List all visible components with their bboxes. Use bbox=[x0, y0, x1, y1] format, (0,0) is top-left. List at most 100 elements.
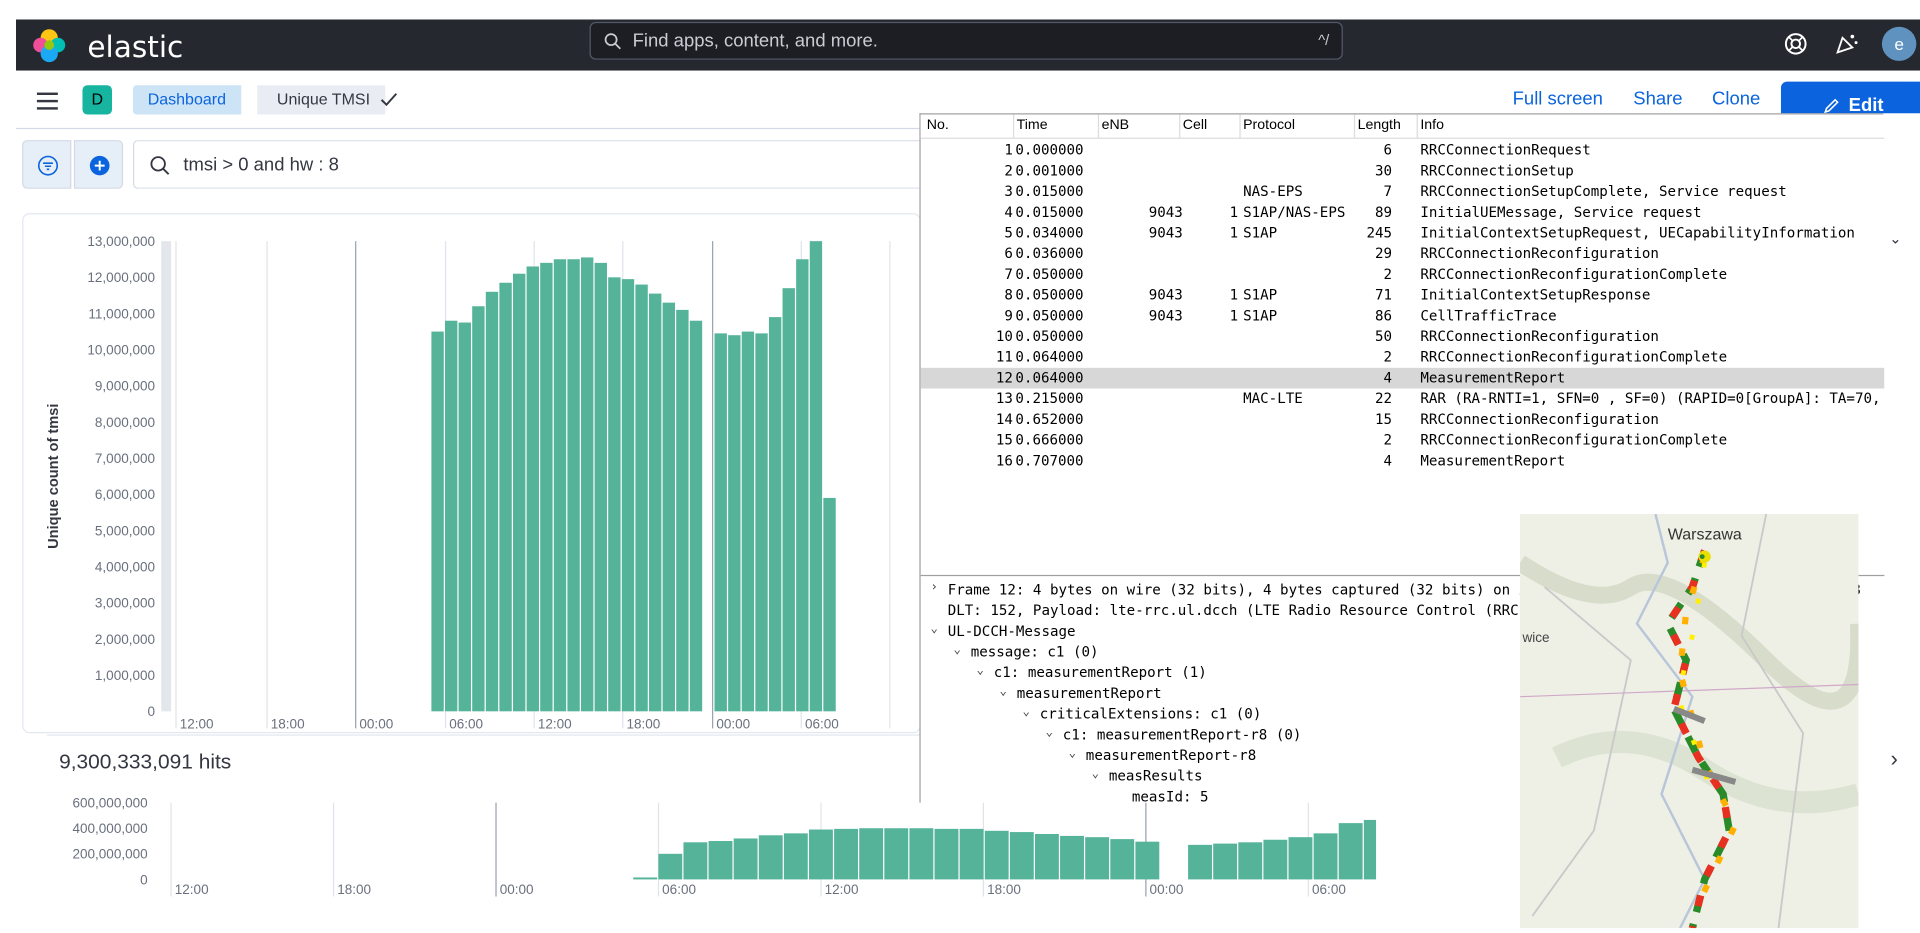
packet-cell: RRCConnectionSetupComplete, Service requ… bbox=[1420, 182, 1787, 200]
x-tick-label: 12:00 bbox=[825, 882, 859, 897]
packet-row[interactable]: 12 0.064000 4 MeasurementReport bbox=[920, 367, 1885, 389]
bar bbox=[859, 828, 884, 880]
x-tick-label: 00:00 bbox=[359, 716, 393, 731]
packet-cell: 2 bbox=[1004, 161, 1013, 180]
space-avatar[interactable]: D bbox=[82, 85, 113, 115]
bar bbox=[676, 309, 689, 712]
packet-row[interactable]: 1 0.000000 6 RRCConnectionRequest bbox=[921, 140, 1885, 161]
column-separator[interactable] bbox=[1179, 114, 1181, 139]
packet-cell: RRCConnectionReconfiguration bbox=[1420, 327, 1659, 345]
packet-cell: 6 bbox=[1383, 141, 1393, 159]
tree-node-label: DLT: 152, Payload: lte-rrc.ul.dcch (LTE … bbox=[947, 601, 1613, 619]
expand-chevron-icon[interactable]: ⌄ bbox=[930, 622, 945, 643]
y-tick-label: 4,000,000 bbox=[95, 560, 155, 575]
expand-chevron-icon[interactable]: ⌄ bbox=[977, 664, 992, 685]
column-header[interactable]: Time bbox=[1017, 118, 1048, 133]
column-separator[interactable] bbox=[1097, 114, 1100, 139]
expand-chevron-icon[interactable]: ⌄ bbox=[1023, 705, 1038, 726]
right-chevron-icon[interactable]: › bbox=[1891, 747, 1898, 773]
tree-node[interactable]: measurementReport-r8 bbox=[1086, 747, 1256, 768]
bar bbox=[1263, 839, 1288, 880]
packet-cell: 0.050000 bbox=[1015, 306, 1084, 324]
user-avatar[interactable]: e bbox=[1881, 26, 1917, 61]
column-separator[interactable] bbox=[1416, 114, 1418, 139]
packet-row[interactable]: 16 0.707000 4 MeasurementReport bbox=[921, 451, 1885, 472]
expand-chevron-icon[interactable]: ⌄ bbox=[953, 643, 968, 664]
expand-chevron-icon[interactable]: ⌄ bbox=[1069, 747, 1084, 768]
bar bbox=[1313, 833, 1338, 880]
check-icon[interactable] bbox=[379, 90, 399, 109]
packet-row[interactable]: 13 0.215000 MAC-LTE 22 RAR (RA-RNTI=1, SFN=0… bbox=[921, 389, 1885, 410]
tree-node[interactable]: UL-DCCH-Message bbox=[948, 622, 1076, 643]
packet-row[interactable]: 2 0.001000 30 RRCConnectionSetup bbox=[921, 161, 1885, 182]
tree-node[interactable]: criticalExtensions: c1 (0) bbox=[1040, 705, 1262, 726]
global-search-input[interactable]: Find apps, content, and more. ^/ bbox=[589, 21, 1343, 60]
tree-node[interactable]: c1: measurementReport-r8 (0) bbox=[1063, 726, 1302, 747]
query-input[interactable]: tmsi > 0 and hw : 8 bbox=[132, 140, 933, 189]
packet-cell: 2 bbox=[1383, 348, 1393, 366]
tree-node[interactable]: measurementReport bbox=[1017, 685, 1162, 706]
x-tick-label: 06:00 bbox=[1312, 882, 1346, 897]
column-header[interactable]: Protocol bbox=[1243, 118, 1295, 133]
tree-node[interactable]: measId: 5 bbox=[1132, 788, 1209, 804]
dropdown-chevron-icon[interactable]: ⌄ bbox=[1889, 230, 1901, 247]
packet-cell: 0.036000 bbox=[1015, 244, 1084, 262]
column-header[interactable]: Cell bbox=[1183, 118, 1207, 133]
expand-chevron-icon[interactable]: ⌄ bbox=[1046, 726, 1061, 747]
column-header[interactable]: Info bbox=[1420, 118, 1444, 133]
packet-row[interactable]: 9 0.050000 9043 1 S1AP 86 CellTrafficTrace bbox=[921, 306, 1885, 327]
packet-row[interactable]: 6 0.036000 29 RRCConnectionReconfiguration bbox=[921, 244, 1885, 265]
column-separator[interactable] bbox=[1012, 114, 1015, 139]
bar bbox=[431, 331, 444, 712]
search-icon bbox=[604, 33, 621, 50]
route-map[interactable]: Warszawa wice bbox=[1520, 513, 1859, 929]
bar bbox=[1238, 842, 1263, 880]
column-header[interactable]: Length bbox=[1358, 118, 1401, 133]
packet-row[interactable]: 10 0.050000 50 RRCConnectionReconfiguration bbox=[921, 326, 1885, 347]
packet-row[interactable]: 5 0.034000 9043 1 S1AP 245 InitialContextSetup… bbox=[921, 223, 1885, 244]
elastic-logo[interactable]: elastic bbox=[31, 26, 191, 65]
packet-row[interactable]: 4 0.015000 9043 1 S1AP/NAS-EPS 89 InitialUEMes… bbox=[921, 202, 1885, 223]
column-separator[interactable] bbox=[1353, 114, 1356, 139]
bar bbox=[526, 266, 539, 712]
packet-row[interactable]: 11 0.064000 2 RRCConnectionReconfigurationC… bbox=[921, 347, 1885, 368]
menu-icon[interactable] bbox=[36, 90, 61, 112]
packet-cell: 0.050000 bbox=[1015, 265, 1084, 283]
tree-node[interactable]: message: c1 (0) bbox=[971, 643, 1099, 664]
packet-cell: RRCConnectionReconfigurationComplete bbox=[1420, 348, 1728, 366]
news-feed-icon[interactable] bbox=[1833, 30, 1860, 57]
filter-options-button[interactable] bbox=[22, 140, 72, 189]
expand-chevron-icon[interactable]: ⌄ bbox=[1000, 685, 1015, 706]
packet-cell: 4 bbox=[1004, 203, 1013, 221]
tree-node[interactable]: DLT: 152, Payload: lte-rrc.ul.dcch (LTE … bbox=[948, 602, 1613, 623]
packet-cell: 7 bbox=[1004, 265, 1013, 283]
bar bbox=[683, 842, 708, 880]
help-icon[interactable] bbox=[1782, 30, 1809, 57]
add-filter-button[interactable] bbox=[73, 140, 124, 189]
packet-cell: 89 bbox=[1374, 203, 1393, 221]
collapsed-chevron-icon[interactable]: › bbox=[930, 581, 945, 602]
x-tick-label: 06:00 bbox=[662, 882, 696, 897]
clone-link[interactable]: Clone bbox=[1712, 89, 1760, 110]
packet-cell: 3 bbox=[1004, 182, 1013, 200]
packet-cell: S1AP bbox=[1243, 306, 1278, 324]
tree-node[interactable]: measResults bbox=[1109, 767, 1203, 788]
breadcrumb-dashboard[interactable]: Dashboard bbox=[132, 85, 241, 115]
packet-row[interactable]: 3 0.015000 NAS-EPS 7 RRCConnectionSetupCompl… bbox=[921, 181, 1885, 202]
expand-chevron-icon[interactable]: ⌄ bbox=[1092, 767, 1107, 788]
column-separator[interactable] bbox=[1239, 114, 1241, 139]
y-tick-label: 3,000,000 bbox=[95, 596, 155, 611]
tree-node[interactable]: c1: measurementReport (1) bbox=[994, 664, 1207, 685]
packet-cell: 0.034000 bbox=[1015, 224, 1084, 242]
packet-list[interactable]: 1 0.000000 6 RRCConnectionRequest 2 0.001000 3… bbox=[920, 139, 1885, 573]
share-link[interactable]: Share bbox=[1633, 89, 1682, 110]
packet-cell: 29 bbox=[1374, 244, 1393, 262]
column-header[interactable]: eNB bbox=[1102, 118, 1130, 133]
packet-row[interactable]: 7 0.050000 2 RRCConnectionReconfigurationCo… bbox=[921, 264, 1885, 285]
full-screen-link[interactable]: Full screen bbox=[1513, 89, 1603, 110]
column-header[interactable]: No. bbox=[927, 118, 949, 133]
packet-cell: RRCConnectionReconfiguration bbox=[1420, 244, 1659, 262]
packet-row[interactable]: 8 0.050000 9043 1 S1AP 71 InitialContextSetupR… bbox=[921, 285, 1885, 306]
packet-row[interactable]: 14 0.652000 15 RRCConnectionReconfiguration bbox=[921, 409, 1885, 430]
packet-row[interactable]: 15 0.666000 2 RRCConnectionReconfigurationC… bbox=[921, 430, 1885, 451]
